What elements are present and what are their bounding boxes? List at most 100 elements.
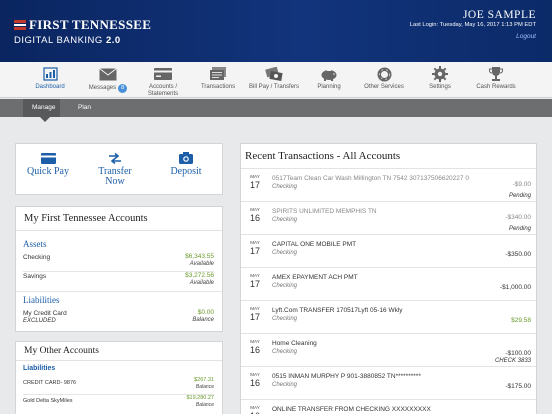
balance-type: Balance (195, 402, 214, 408)
transaction-account: Checking (272, 316, 298, 322)
money-icon (264, 66, 284, 82)
transaction-month: MAY (250, 306, 260, 311)
transaction-date: MAY16 (250, 405, 260, 414)
accounts-title: My First Tennessee Accounts (16, 207, 222, 231)
piggy-bank-icon (320, 66, 338, 82)
nav-cash-rewards[interactable]: Cash Rewards (474, 62, 518, 98)
nav-accounts[interactable]: Accounts / Statements (143, 62, 183, 98)
logo-mark-icon (14, 20, 26, 30)
transaction-date: MAY 17 (250, 306, 260, 322)
other-accounts-title: My Other Accounts (16, 342, 222, 361)
my-accounts-card: My First Tennessee Accounts Assets Check… (15, 206, 223, 332)
nav-label: Transactions (200, 84, 236, 90)
transaction-date: MAY16 (250, 339, 260, 355)
dashboard-icon (42, 66, 58, 82)
account-balance: $3,272.56 (185, 272, 214, 279)
transaction-day: 17 (250, 246, 261, 256)
account-name: CREDIT CARD- 9876 (23, 380, 77, 386)
transaction-month: MAY (250, 273, 260, 278)
logout-link[interactable]: Logout (516, 33, 536, 40)
transaction-account: Checking (272, 382, 298, 388)
transaction-month: MAY (250, 207, 260, 212)
account-row-savings[interactable]: Savings $3,272.56 Available (23, 270, 214, 290)
recent-transactions-card: Recent Transactions - All Accounts MAY 17… (240, 143, 537, 414)
transaction-date: MAY 17 (250, 174, 260, 190)
transaction-account: Checking (272, 283, 298, 289)
liabilities-header: Liabilities (23, 295, 60, 305)
other-account-row[interactable]: Gold Delta SkyMiles $19,280.27 Balance (23, 395, 214, 413)
transaction-date: MAY 17 (250, 240, 260, 256)
account-name: Checking (23, 254, 51, 261)
transaction-date: MAY 17 (250, 273, 260, 289)
transaction-row[interactable]: MAY 17 AMEX EPAYMENT ACH PMT Checking -$1,00… (241, 267, 536, 300)
product-version: 2.0 (105, 35, 121, 46)
transaction-date: MAY16 (250, 372, 260, 388)
transaction-status: Pending (508, 193, 531, 199)
brand-logo[interactable]: FIRST TENNESSEE DIGITAL BANKING 2.0 (14, 17, 151, 46)
account-balance: $267.31 (194, 377, 214, 383)
account-row-checking[interactable]: Checking $6,343.55 Available (23, 251, 214, 271)
transaction-day: 17 (250, 279, 261, 289)
user-name: JOE SAMPLE (462, 9, 536, 21)
transaction-month: MAY (250, 339, 260, 344)
nav-label: Bill Pay / Transfers (248, 84, 299, 90)
transaction-amount: -$1,000.00 (499, 284, 531, 291)
transaction-row[interactable]: MAY 16 Home Cleaning Checking -$100.00 CHECK … (241, 333, 536, 366)
transaction-month: MAY (250, 372, 260, 377)
quick-pay-button[interactable]: Quick Pay (26, 151, 70, 177)
active-indicator (40, 117, 50, 122)
nav-messages[interactable]: Messages 8 (88, 62, 128, 98)
transaction-row[interactable]: MAY 17 0517Team Clean Car Wash Millington … (241, 168, 536, 201)
nav-other-services[interactable]: Other Services (362, 62, 406, 98)
main-nav: Dashboard Messages 8 Accounts / Statements… (0, 62, 552, 98)
transactions-title: Recent Transactions - All Accounts (245, 150, 401, 162)
quick-actions-card: Quick Pay Transfer Now Deposit (15, 143, 223, 195)
other-accounts-card: My Other Accounts Liabilities CREDIT CAR… (15, 341, 223, 414)
transaction-row[interactable]: MAY 16 SPIRITS UNLIMITED MEMPHIS TN Checkin… (241, 201, 536, 234)
other-account-row[interactable]: CREDIT CARD- 9876 $267.31 Balance (23, 377, 214, 395)
nav-label: Other Services (364, 84, 404, 90)
transaction-row[interactable]: MAY 17 Lyft.Com TRANSFER 170517Lyft 05-16 … (241, 300, 536, 333)
transaction-description: CAPITAL ONE MOBILE PMT (272, 241, 357, 248)
transfer-arrows-icon (108, 151, 122, 164)
subnav-manage[interactable]: Manage (23, 99, 60, 117)
transaction-month: MAY (250, 405, 260, 410)
subnav-plan[interactable]: Plan (78, 99, 102, 117)
product-name: DIGITAL BANKING (14, 35, 103, 46)
nav-billpay[interactable]: Bill Pay / Transfers (246, 62, 302, 98)
transaction-date: MAY16 (250, 207, 260, 223)
transaction-day: 17 (250, 180, 261, 190)
nav-dashboard[interactable]: Dashboard (35, 62, 65, 98)
transfer-now-button[interactable]: Transfer Now (92, 151, 138, 187)
transaction-description: ONLINE TRANSFER FROM CHECKING XXXXXXXXX (272, 406, 431, 413)
account-excluded: EXCLUDED (23, 318, 56, 324)
transaction-amount: -$340.00 (505, 214, 531, 221)
transaction-day: 17 (250, 312, 261, 322)
transaction-row[interactable]: MAY 16 0515 INMAN MURPHY P 901-3880852 TN*… (241, 366, 536, 399)
nav-label: Settings (429, 84, 451, 90)
transaction-row[interactable]: MAY 17 CAPITAL ONE MOBILE PMT Checking -$350… (241, 234, 536, 267)
app-header: FIRST TENNESSEE DIGITAL BANKING 2.0 JOE … (0, 0, 552, 62)
transaction-status: CHECK 3833 (494, 358, 531, 364)
transaction-account: Checking (272, 250, 298, 256)
card-icon (154, 66, 172, 82)
account-balance: $19,280.27 (186, 395, 214, 401)
balance-type: Available (189, 261, 214, 267)
nav-planning[interactable]: Planning (313, 62, 345, 98)
transaction-description: 0515 INMAN MURPHY P 901-3880852 TN******… (272, 373, 421, 380)
transaction-month: MAY (250, 240, 260, 245)
sub-nav: Manage Plan (0, 99, 552, 117)
transaction-account: Checking (272, 217, 298, 223)
transaction-description: Lyft.Com TRANSFER 170517Lyft 05-16 Wkly (272, 307, 403, 314)
transaction-row[interactable]: MAY16 ONLINE TRANSFER FROM CHECKING XXXXX… (241, 399, 536, 414)
nav-transactions[interactable]: Transactions (197, 62, 239, 98)
balance-type: Balance (192, 317, 214, 323)
transfer-label-line2: Now (105, 176, 125, 187)
transaction-amount: $29.58 (511, 317, 531, 324)
nav-label: Messages (88, 85, 117, 91)
deposit-button[interactable]: Deposit (164, 151, 208, 177)
nav-settings[interactable]: Settings (427, 62, 453, 98)
account-row-credit-card[interactable]: My Credit Card EXCLUDED $0.00 Balance (23, 307, 214, 327)
nav-label: Accounts / (148, 84, 177, 90)
transaction-amount: -$350.00 (505, 251, 531, 258)
